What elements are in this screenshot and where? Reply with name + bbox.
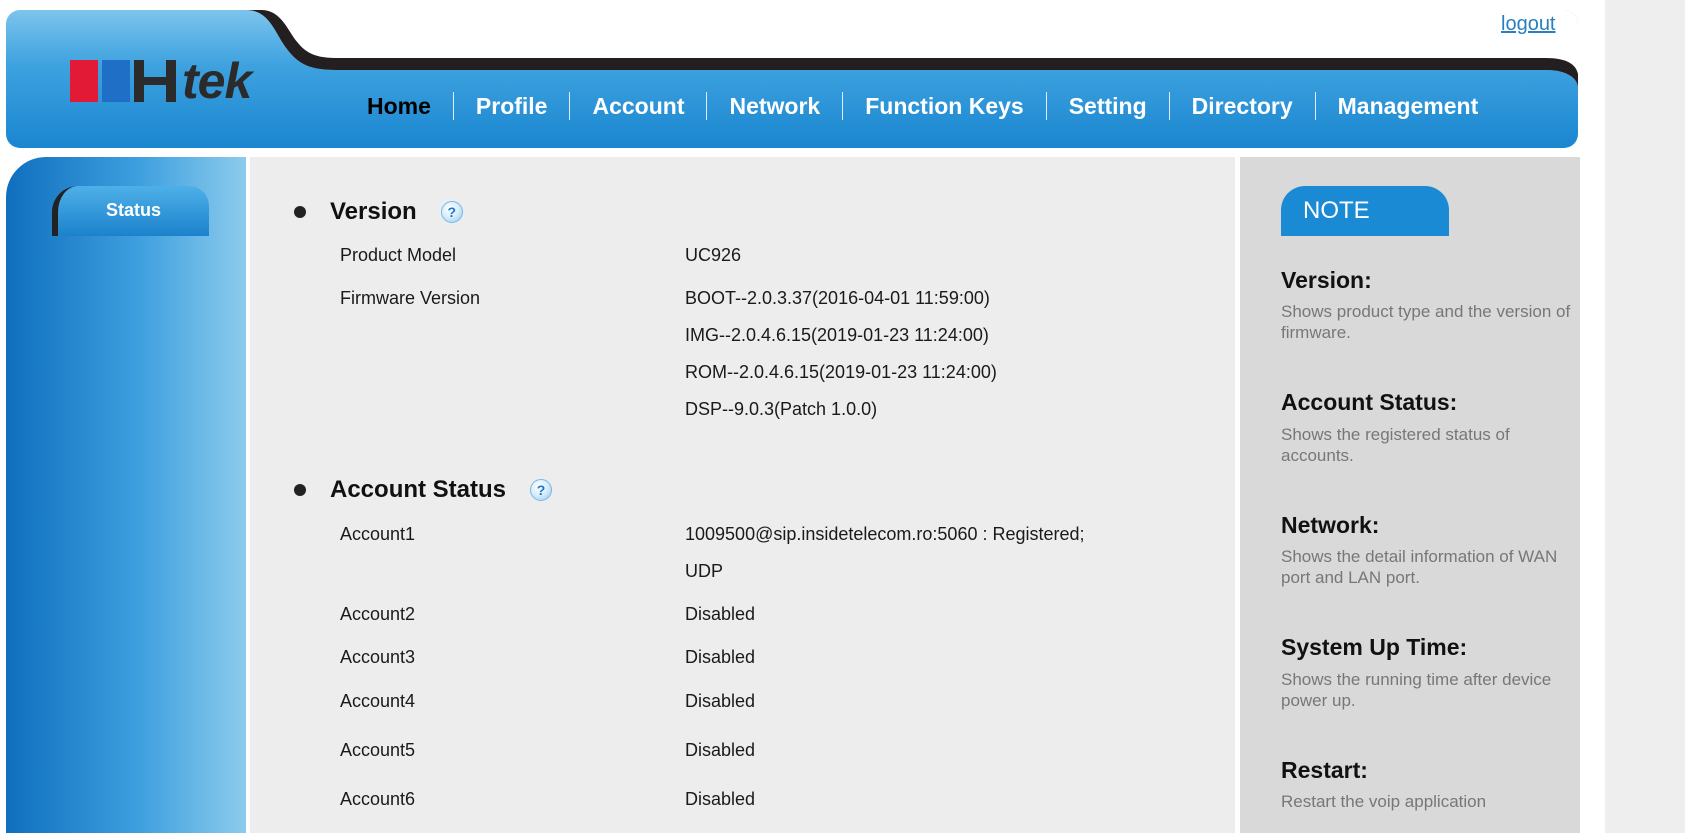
nav-function-keys[interactable]: Function Keys	[843, 91, 1045, 121]
note-version-heading: Version:	[1281, 267, 1372, 293]
nav-separator	[1314, 92, 1316, 120]
logo-mark-red	[70, 60, 98, 102]
bullet-icon	[294, 206, 306, 218]
account6-value: Disabled	[685, 789, 756, 809]
nav-separator	[842, 92, 844, 120]
account1-label: Account1	[340, 524, 416, 544]
account4-value: Disabled	[685, 691, 756, 711]
note-system-up-time-text: Shows the running time after device powe…	[1281, 670, 1552, 710]
account4-label: Account4	[340, 691, 416, 711]
note-account-status-text: Shows the registered status of accounts.	[1281, 425, 1510, 465]
note-panel	[1240, 157, 1580, 833]
account-status-section-title: Account Status ?	[294, 476, 553, 504]
htek-logo: tek	[70, 53, 260, 109]
firmware-img-value: IMG--2.0.4.6.15(2019-01-23 11:24:00)	[685, 325, 989, 345]
account2-label: Account2	[340, 604, 416, 624]
nav-separator	[452, 92, 454, 120]
sidebar-item-status[interactable]: Status	[52, 186, 209, 236]
note-badge: NOTE	[1281, 186, 1449, 236]
account-status-heading: Account Status	[330, 476, 507, 503]
account3-label: Account3	[340, 647, 416, 667]
note-badge-label: NOTE	[1303, 197, 1370, 224]
logout-link[interactable]: logout	[1501, 13, 1556, 36]
firmware-boot-value: BOOT--2.0.3.37(2016-04-01 11:59:00)	[685, 288, 990, 308]
product-model-label: Product Model	[340, 245, 457, 265]
nav-profile[interactable]: Profile	[454, 91, 570, 121]
nav-account[interactable]: Account	[570, 91, 706, 121]
account1-transport: UDP	[685, 561, 724, 581]
logo-mark-blue	[102, 60, 130, 102]
help-question-icon[interactable]: ?	[530, 479, 553, 501]
nav-separator	[1168, 92, 1170, 120]
account3-value: Disabled	[685, 647, 756, 667]
account5-value: Disabled	[685, 740, 756, 760]
note-network-text: Shows the detail information of WAN port…	[1281, 547, 1558, 587]
nav-separator	[569, 92, 571, 120]
firmware-rom-value: ROM--2.0.4.6.15(2019-01-23 11:24:00)	[685, 362, 997, 382]
nav-directory[interactable]: Directory	[1170, 91, 1315, 121]
note-system-up-time-heading: System Up Time:	[1281, 634, 1468, 660]
nav-setting[interactable]: Setting	[1047, 91, 1169, 121]
help-question-icon[interactable]: ?	[440, 201, 463, 223]
note-account-status-heading: Account Status:	[1281, 389, 1458, 415]
app-root: logout tek Home Profile Account Network …	[0, 0, 1685, 833]
firmware-dsp-value: DSP--9.0.3(Patch 1.0.0)	[685, 399, 878, 419]
logo-text: tek	[182, 53, 252, 109]
nav-network[interactable]: Network	[707, 91, 842, 121]
nav-management[interactable]: Management	[1316, 91, 1501, 121]
note-network-heading: Network:	[1281, 512, 1380, 538]
version-section-title: Version ?	[294, 198, 463, 226]
account2-value: Disabled	[685, 604, 756, 624]
account5-label: Account5	[340, 740, 416, 760]
left-sidebar	[6, 157, 246, 833]
product-model-value: UC926	[685, 245, 742, 265]
logo-mark-h	[134, 60, 176, 102]
account6-label: Account6	[340, 789, 416, 809]
nav-home[interactable]: Home	[345, 91, 453, 121]
nav-separator	[706, 92, 708, 120]
firmware-version-label: Firmware Version	[340, 288, 481, 308]
nav-separator	[1045, 92, 1047, 120]
note-restart-heading: Restart:	[1281, 757, 1368, 783]
note-version-text: Shows product type and the version of fi…	[1281, 302, 1571, 342]
version-heading: Version	[330, 198, 417, 225]
note-restart-text: Restart the voip application	[1281, 792, 1487, 811]
main-nav: Home Profile Account Network Function Ke…	[345, 88, 1500, 124]
scroll-gutter	[1605, 0, 1685, 833]
sidebar-item-label: Status	[105, 200, 161, 220]
account1-value: 1009500@sip.insidetelecom.ro:5060 : Regi…	[685, 524, 1085, 544]
bullet-icon	[294, 484, 306, 496]
